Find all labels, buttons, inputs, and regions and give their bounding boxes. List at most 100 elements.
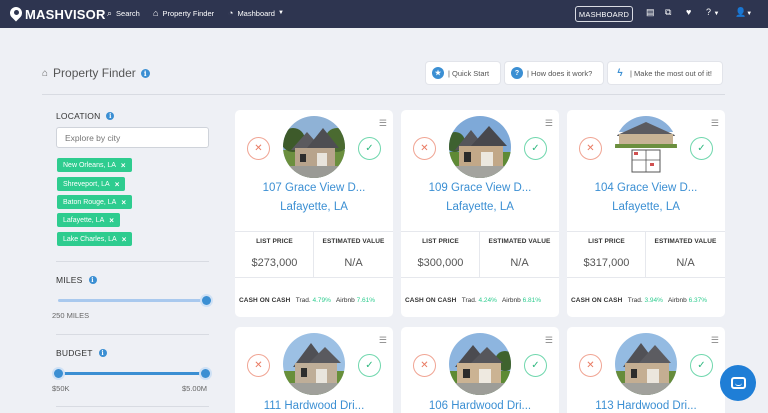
menu-icon[interactable]: ☰: [545, 335, 553, 346]
bolt-icon: ϟ: [617, 67, 623, 79]
header-divider: [42, 94, 725, 95]
accept-button[interactable]: ✓: [690, 354, 713, 377]
airbnb-value: 6.37%: [688, 297, 708, 304]
menu-icon[interactable]: ☰: [711, 335, 719, 346]
nav-property-finder[interactable]: ⌂ Property Finder: [153, 8, 214, 18]
property-card[interactable]: ✕ ✓ ☰ 113 Hardwood Dri...: [567, 327, 725, 413]
chat-button[interactable]: [720, 365, 756, 401]
make-most-label: | Make the most out of it!: [630, 68, 712, 78]
reject-button[interactable]: ✕: [413, 354, 436, 377]
card-divider: [401, 231, 559, 232]
property-address[interactable]: 109 Grace View D...: [401, 182, 559, 194]
city-search-input[interactable]: [56, 127, 209, 148]
property-address[interactable]: 113 Hardwood Dri...: [567, 400, 725, 412]
compare-icon[interactable]: ⧉: [665, 7, 671, 18]
city-chip[interactable]: New Orleans, LA ×: [57, 158, 132, 172]
airbnb-value: 6.81%: [522, 297, 542, 304]
property-card[interactable]: ✕ ✓ ☰ 106 Hardwood Dri...: [401, 327, 559, 413]
menu-icon[interactable]: ☰: [379, 118, 387, 129]
property-card[interactable]: ✕ ✓ ☰ 104 Grace View D... Lafayette, LA …: [567, 110, 725, 317]
property-card[interactable]: ✕ ✓ ☰ 109 Grace View D... Lafayette, LA …: [401, 110, 559, 317]
calculator-icon[interactable]: ▤: [646, 7, 655, 18]
star-icon: ★: [432, 67, 444, 79]
property-card[interactable]: ✕ ✓ ☰ 107 Grace View D... Lafayette, LA …: [235, 110, 393, 317]
trad-value: 3.94%: [644, 297, 663, 304]
nav-property-finder-label: Property Finder: [162, 8, 215, 18]
property-photo[interactable]: [449, 116, 511, 178]
reject-button[interactable]: ✕: [413, 137, 436, 160]
make-most-button[interactable]: ϟ | Make the most out of it!: [608, 62, 722, 84]
property-photo[interactable]: [615, 333, 677, 395]
list-price-value: $300,000: [417, 257, 464, 269]
reject-button[interactable]: ✕: [579, 354, 602, 377]
property-photo[interactable]: [615, 116, 677, 178]
miles-slider-handle[interactable]: [201, 296, 211, 305]
estimated-value: N/A: [676, 257, 695, 269]
info-icon[interactable]: i: [98, 349, 107, 357]
accept-button[interactable]: ✓: [524, 137, 547, 160]
quick-start-button[interactable]: ★ | Quick Start: [426, 62, 500, 84]
miles-label: MILES i: [56, 275, 97, 285]
property-address[interactable]: 104 Grace View D...: [567, 182, 725, 194]
menu-icon[interactable]: ☰: [545, 118, 553, 129]
reject-button[interactable]: ✕: [247, 137, 270, 160]
nav-search[interactable]: ⌕ Search: [107, 8, 140, 19]
miles-value: 250 MILES: [52, 311, 90, 320]
info-icon[interactable]: i: [140, 68, 150, 78]
page-title-text: Property Finder: [53, 66, 136, 80]
city-chip[interactable]: Lake Charles, LA ×: [57, 232, 133, 246]
list-price-value: $273,000: [251, 257, 298, 269]
city-chip[interactable]: Lafayette, LA ×: [57, 213, 120, 227]
reject-button[interactable]: ✕: [247, 354, 270, 377]
close-icon[interactable]: ×: [109, 216, 114, 225]
city-chip-label: Shreveport, LA: [63, 180, 110, 188]
heart-icon[interactable]: ♥: [686, 7, 691, 17]
city-chip-label: Lake Charles, LA: [63, 235, 117, 243]
budget-max-handle[interactable]: [201, 369, 210, 378]
accept-button[interactable]: ✓: [524, 354, 547, 377]
location-label-text: LOCATION: [56, 111, 101, 121]
property-city: Lafayette, LA: [446, 201, 514, 213]
city-chip-label: Lafayette, LA: [63, 216, 105, 224]
reject-button[interactable]: ✕: [579, 137, 602, 160]
miles-label-text: MILES: [56, 275, 83, 285]
budget-min-handle[interactable]: [54, 369, 63, 378]
accept-button[interactable]: ✓: [358, 354, 381, 377]
mashvisor-logo[interactable]: MASHVISOR: [10, 5, 106, 23]
miles-slider-track[interactable]: [58, 299, 206, 302]
property-photo[interactable]: [449, 333, 511, 395]
accept-button[interactable]: ✓: [358, 137, 381, 160]
menu-icon[interactable]: ☰: [379, 335, 387, 346]
city-chip[interactable]: Baton Rouge, LA ×: [57, 195, 132, 209]
user-icon[interactable]: 👤▼: [735, 7, 752, 18]
close-icon[interactable]: ×: [121, 161, 126, 170]
property-photo[interactable]: [283, 333, 345, 395]
property-address[interactable]: 107 Grace View D...: [235, 182, 393, 194]
close-icon[interactable]: ×: [122, 235, 127, 244]
logo-text: MASHVISOR: [25, 6, 106, 22]
list-price-label: LIST PRICE: [256, 238, 293, 245]
cash-on-cash-row: CASH ON CASH Trad. 4.24% Airbnb 6.81%: [405, 297, 541, 304]
budget-slider-track[interactable]: [58, 372, 206, 375]
trad-label: Trad.: [627, 297, 643, 304]
property-photo[interactable]: [283, 116, 345, 178]
info-icon[interactable]: i: [106, 112, 115, 120]
close-icon[interactable]: ×: [115, 180, 120, 189]
trad-label: Trad.: [295, 297, 311, 304]
cash-on-cash-row: CASH ON CASH Trad. 3.94% Airbnb 6.37%: [571, 297, 707, 304]
accept-button[interactable]: ✓: [690, 137, 713, 160]
menu-icon[interactable]: ☰: [711, 118, 719, 129]
property-card[interactable]: ✕ ✓ ☰ 111 Hardwood Dri...: [235, 327, 393, 413]
estimated-value-label: ESTIMATED VALUE: [322, 238, 385, 245]
mashboard-button[interactable]: MASHBOARD: [575, 6, 633, 22]
close-icon[interactable]: ×: [121, 198, 126, 207]
top-nav: MASHVISOR ⌕ Search ⌂ Property Finder ◔ M…: [0, 0, 768, 28]
help-icon[interactable]: ? ▼: [706, 7, 719, 17]
nav-mashboard-menu[interactable]: ◔ Mashboard ▼: [228, 8, 284, 18]
how-it-works-button[interactable]: ? | How does it work?: [505, 62, 603, 84]
property-address[interactable]: 106 Hardwood Dri...: [401, 400, 559, 412]
info-icon[interactable]: i: [88, 276, 97, 284]
property-address[interactable]: 111 Hardwood Dri...: [235, 400, 393, 412]
city-chip[interactable]: Shreveport, LA ×: [57, 177, 126, 191]
estimated-value: N/A: [344, 257, 363, 269]
